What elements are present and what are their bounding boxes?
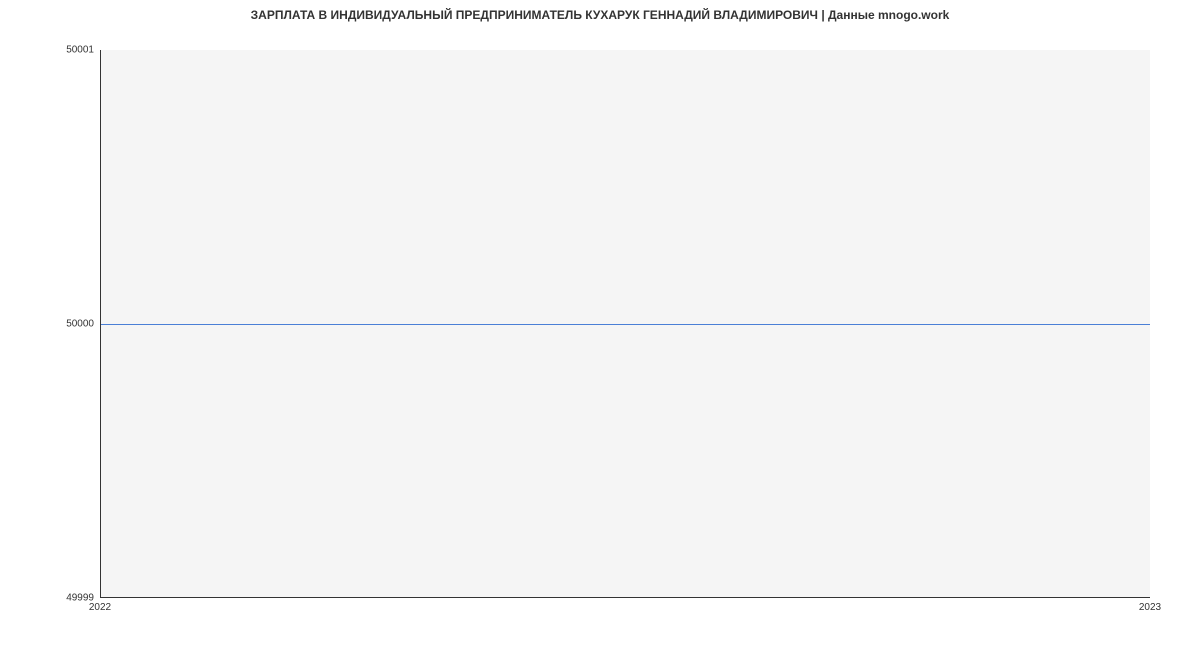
chart-title: ЗАРПЛАТА В ИНДИВИДУАЛЬНЫЙ ПРЕДПРИНИМАТЕЛ…: [0, 8, 1200, 22]
x-tick-label: 2022: [89, 602, 111, 613]
plot-area: [100, 50, 1150, 598]
y-tick-label: 50001: [66, 45, 94, 56]
y-tick-label: 50000: [66, 319, 94, 330]
data-line: [101, 324, 1150, 325]
x-tick-label: 2023: [1139, 602, 1161, 613]
